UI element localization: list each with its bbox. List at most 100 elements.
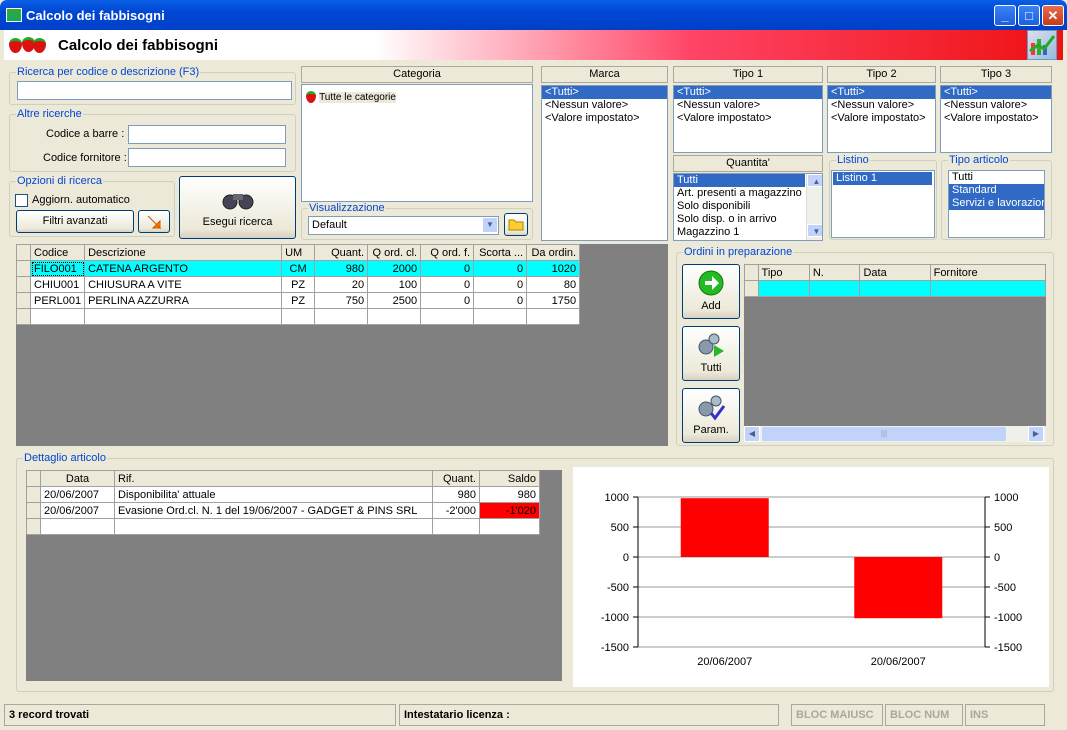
close-button[interactable]: ✕ [1042,5,1064,26]
cell-to-order: 1020 [526,260,581,277]
brand-list[interactable]: <Tutti> <Nessun valore> <Valore impostat… [541,85,668,241]
row-selector[interactable] [16,292,31,309]
row-selector[interactable] [16,260,31,277]
column-header[interactable]: Da ordin. [526,244,581,261]
type1-item[interactable]: <Tutti> [674,86,822,99]
type2-item[interactable]: <Nessun valore> [828,99,935,112]
advanced-filters-button[interactable]: Filtri avanzati [16,210,134,233]
orders-hscrollbar[interactable]: ◀ ||| ▶ [744,426,1046,442]
table-row[interactable]: FILO001 CATENA ARGENTO CM 980 2000 0 0 1… [16,260,581,277]
brand-item[interactable]: <Valore impostato> [542,112,667,125]
x-tick-label: 20/06/2007 [871,656,926,668]
price-list[interactable]: Listino 1 [831,170,935,238]
chevron-down-icon[interactable]: ▼ [482,217,498,233]
y-tick-label-right: -1500 [994,642,1022,654]
brand-item[interactable]: <Nessun valore> [542,99,667,112]
minimize-button[interactable]: _ [994,5,1016,26]
column-header[interactable]: Rif. [114,470,433,487]
column-header[interactable]: N. [808,264,861,281]
table-row[interactable]: CHIU001 CHIUSURA A VITE PZ 20 100 0 0 80 [16,276,581,293]
column-header[interactable]: Q ord. f. [420,244,475,261]
cell-qty: 750 [314,292,369,309]
num-lock-indicator: BLOC NUM [885,704,963,726]
quantity-item[interactable]: Tutti [674,174,805,187]
type2-item[interactable]: <Valore impostato> [828,112,935,125]
column-header[interactable]: UM [281,244,316,261]
cell-um: PZ [281,292,316,309]
type3-item[interactable]: <Nessun valore> [941,99,1051,112]
other-search-label: Altre ricerche [16,108,83,120]
quantity-item[interactable]: Solo disp. o in arrivo [674,213,822,226]
barcode-input[interactable] [128,125,286,144]
type3-item[interactable]: <Valore impostato> [941,112,1051,125]
type1-list[interactable]: <Tutti> <Nessun valore> <Valore impostat… [673,85,823,153]
type1-item[interactable]: <Valore impostato> [674,112,822,125]
type1-item[interactable]: <Nessun valore> [674,99,822,112]
table-row-empty[interactable] [26,518,540,535]
cell-balance-negative: -1'020 [479,502,540,519]
column-header[interactable]: Quant. [314,244,369,261]
view-select[interactable]: Default ▼ [308,216,499,235]
brand-item[interactable]: <Tutti> [542,86,667,99]
app-icon [6,8,22,22]
orange-arrow-icon [147,215,162,230]
auto-update-checkbox[interactable] [15,194,28,207]
category-tree[interactable]: Tutte le categorie [301,84,533,202]
article-type-item[interactable]: Standard [949,184,1044,197]
detail-grid[interactable]: Data Rif. Quant. Saldo 20/06/2007 Dispon… [26,470,562,681]
row-selector[interactable] [16,276,31,293]
column-header[interactable]: Quant. [432,470,480,487]
folder-button[interactable] [504,213,528,236]
type3-list[interactable]: <Tutti> <Nessun valore> <Valore impostat… [940,85,1052,153]
column-header[interactable]: Saldo [479,470,540,487]
table-row[interactable]: 20/06/2007 Evasione Ord.cl. N. 1 del 19/… [26,502,540,519]
column-header[interactable]: Data [859,264,931,281]
cell-description: CATENA ARGENTO [84,260,283,277]
article-type-item[interactable]: Tutti [949,171,1044,184]
column-header[interactable]: Q ord. cl. [367,244,422,261]
article-type-list[interactable]: Tutti Standard Servizi e lavorazione [948,170,1045,238]
quantity-item[interactable]: Art. presenti a magazzino [674,187,822,200]
table-row[interactable]: 20/06/2007 Disponibilita' attuale 980 98… [26,486,540,503]
category-item-all[interactable]: Tutte le categorie [302,89,532,105]
quantity-item[interactable]: Solo disponibili [674,200,822,213]
search-input[interactable] [17,81,292,100]
table-row-empty[interactable] [16,308,581,325]
run-search-button[interactable]: Esegui ricerca [179,176,296,239]
orders-grid[interactable]: Tipo N. Data Fornitore ◀ ||| ▶ [744,264,1047,442]
all-orders-button[interactable]: Tutti [682,326,740,381]
quantity-item[interactable]: Magazzino 1 [674,226,822,239]
column-header[interactable]: Fornitore [929,264,1047,281]
articles-grid[interactable]: Codice Descrizione UM Quant. Q ord. cl. … [16,244,668,446]
add-order-button[interactable]: Add [682,264,740,319]
price-list-item[interactable]: Listino 1 [833,172,932,185]
scroll-left-icon[interactable]: ◀ [744,426,760,442]
column-header[interactable]: Descrizione [84,244,283,261]
scroll-right-icon[interactable]: ▶ [1028,426,1044,442]
cell-qty: -2'000 [432,502,480,519]
supplier-code-input[interactable] [128,148,286,167]
column-header[interactable]: Codice [29,244,86,261]
maximize-button[interactable]: □ [1018,5,1040,26]
detail-group: Dettaglio articolo Data Rif. Quant. Sald… [16,452,1054,692]
type2-item[interactable]: <Tutti> [828,86,935,99]
quantity-scrollbar[interactable]: ▲ ▼ [806,174,822,240]
y-tick-label-left: -1000 [601,612,629,624]
title-bar: Calcolo dei fabbisogni _ □ ✕ [0,0,1067,30]
table-row[interactable] [744,280,1047,297]
scroll-thumb[interactable]: ||| [762,427,1006,441]
table-row[interactable]: PERL001 PERLINA AZZURRA PZ 750 2500 0 0 … [16,292,581,309]
folder-icon [508,219,524,231]
cell-qty: 20 [314,276,369,293]
column-header[interactable]: Scorta ... [473,244,528,261]
column-header[interactable]: Data [40,470,115,487]
article-type-item[interactable]: Servizi e lavorazione [949,197,1044,210]
arrow-button[interactable] [138,210,170,233]
quantity-list[interactable]: Tutti Art. presenti a magazzino Solo dis… [673,173,823,241]
scroll-down-icon[interactable]: ▼ [807,224,822,237]
scroll-up-icon[interactable]: ▲ [807,174,822,187]
type2-list[interactable]: <Tutti> <Nessun valore> <Valore impostat… [827,85,936,153]
type3-item[interactable]: <Tutti> [941,86,1051,99]
params-button[interactable]: Param. [682,388,740,443]
column-header[interactable]: Tipo [757,264,810,281]
